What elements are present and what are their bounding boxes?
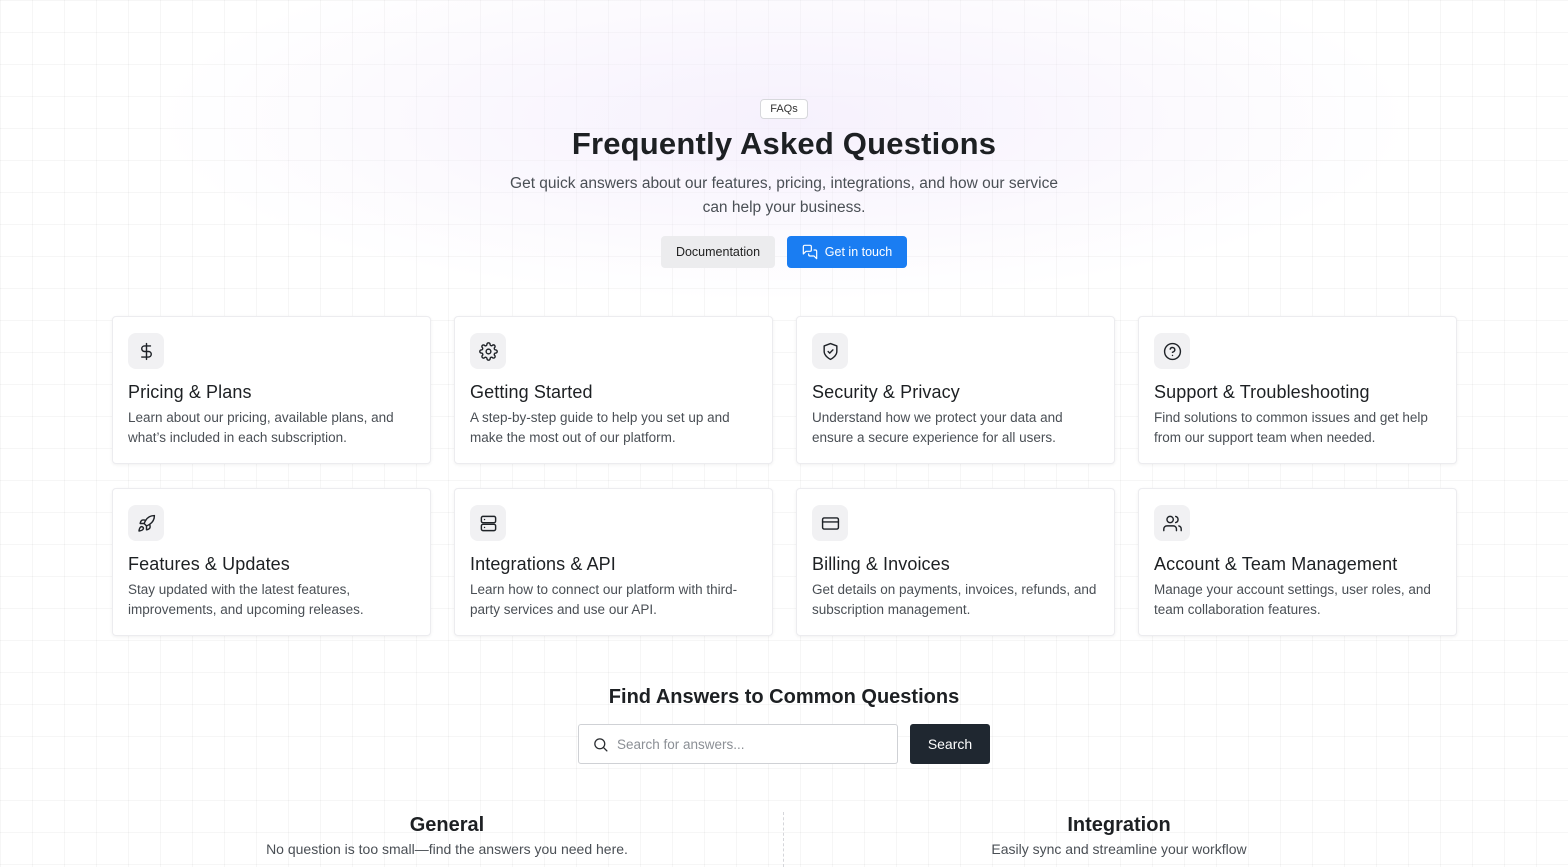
category-title: Getting Started — [470, 382, 593, 402]
category-title: Features & Updates — [128, 554, 290, 574]
documentation-button[interactable]: Documentation — [661, 236, 775, 268]
category-description: Learn about our pricing, available plans… — [128, 410, 394, 445]
category-title: Integrations & API — [470, 554, 616, 574]
page-title: Frequently Asked Questions — [571, 126, 997, 161]
credit-card-icon — [812, 505, 848, 541]
page-subtitle: Get quick answers about our features, pr… — [510, 175, 1058, 216]
category-title: Billing & Invoices — [812, 554, 950, 574]
help-circle-icon — [1154, 333, 1190, 369]
category-description: Learn how to connect our platform with t… — [470, 582, 738, 617]
category-description: Understand how we protect your data and … — [812, 410, 1063, 445]
category-card-pricing[interactable]: Pricing & Plans Learn about our pricing,… — [112, 316, 431, 464]
category-title: Support & Troubleshooting — [1154, 382, 1370, 402]
category-description: Get details on payments, invoices, refun… — [812, 582, 1097, 617]
category-title: Account & Team Management — [1154, 554, 1398, 574]
section-subtitle-general: No question is too small—find the answer… — [266, 841, 628, 857]
chat-bubbles-icon — [802, 244, 818, 260]
search-icon — [594, 737, 608, 752]
category-card-billing[interactable]: Billing & Invoices Get details on paymen… — [796, 488, 1115, 636]
search-input[interactable] — [617, 736, 877, 752]
section-title-integration: Integration — [1067, 814, 1171, 836]
category-card-integrations[interactable]: Integrations & API Learn how to connect … — [454, 488, 773, 636]
users-icon — [1154, 505, 1190, 541]
rocket-icon — [128, 505, 164, 541]
section-subtitle-integration: Easily sync and streamline your workflow — [991, 841, 1247, 857]
get-in-touch-button[interactable]: Get in touch — [787, 236, 907, 268]
category-description: Stay updated with the latest features, i… — [128, 582, 364, 617]
search-button[interactable]: Search — [910, 724, 990, 764]
category-card-support[interactable]: Support & Troubleshooting Find solutions… — [1138, 316, 1457, 464]
search-field[interactable] — [578, 724, 898, 764]
shield-check-icon — [812, 333, 848, 369]
get-in-touch-label: Get in touch — [824, 245, 893, 259]
faqs-badge: FAQs — [760, 99, 808, 119]
category-card-account[interactable]: Account & Team Management Manage your ac… — [1138, 488, 1457, 636]
search-heading: Find Answers to Common Questions — [608, 686, 960, 708]
category-card-getting-started[interactable]: Getting Started A step-by-step guide to … — [454, 316, 773, 464]
category-description: Find solutions to common issues and get … — [1154, 410, 1428, 445]
category-card-security[interactable]: Security & Privacy Understand how we pro… — [796, 316, 1115, 464]
category-title: Pricing & Plans — [128, 382, 252, 402]
category-description: A step-by-step guide to help you set up … — [470, 410, 730, 445]
category-description: Manage your account settings, user roles… — [1154, 582, 1431, 617]
category-title: Security & Privacy — [812, 382, 960, 402]
section-title-general: General — [409, 814, 485, 836]
category-card-features[interactable]: Features & Updates Stay updated with the… — [112, 488, 431, 636]
server-icon — [470, 505, 506, 541]
gear-icon — [470, 333, 506, 369]
dollar-icon — [128, 333, 164, 369]
